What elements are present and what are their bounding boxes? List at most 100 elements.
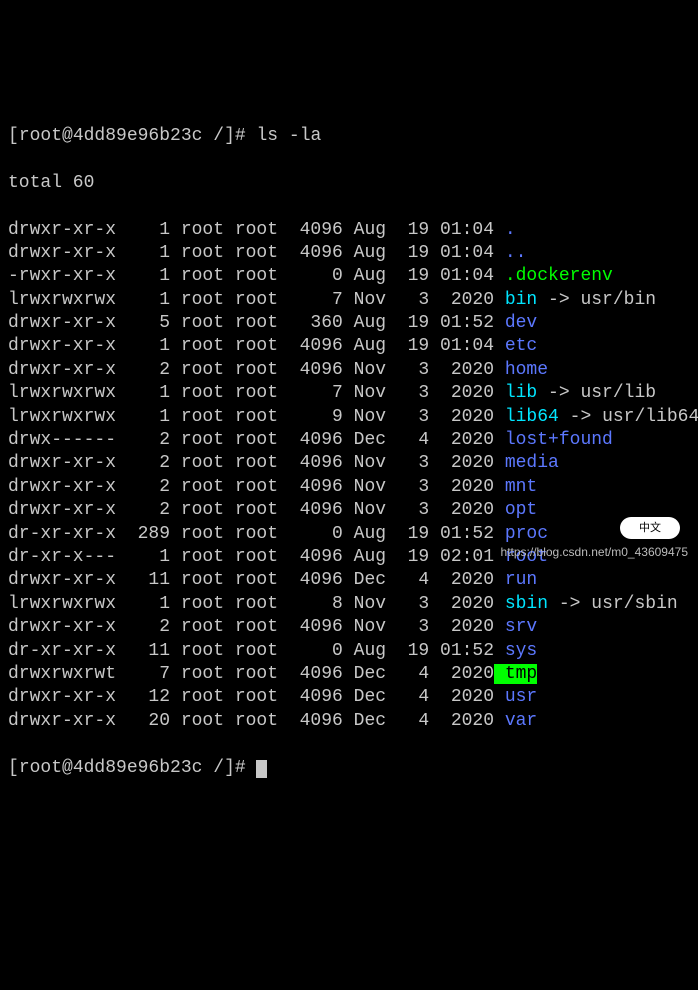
- group: root: [235, 593, 289, 616]
- owner: root: [181, 616, 235, 639]
- time: 2020: [429, 476, 494, 499]
- group: root: [235, 335, 289, 358]
- owner: root: [181, 523, 235, 546]
- perm: drwxr-xr-x: [8, 686, 127, 709]
- links: 2: [127, 499, 170, 522]
- size: 4096: [289, 452, 343, 475]
- file-name: sys: [494, 641, 537, 661]
- file-name: proc: [494, 524, 548, 544]
- prompt-line-2[interactable]: [root@4dd89e96b23c /]#: [8, 757, 690, 780]
- links: 1: [127, 546, 170, 569]
- symlink-target: usr/lib: [580, 383, 656, 403]
- badge-label: 中文: [620, 517, 680, 539]
- owner: root: [181, 686, 235, 709]
- links: 2: [127, 452, 170, 475]
- symlink-arrow-icon: ->: [548, 594, 591, 614]
- time: 01:52: [429, 523, 494, 546]
- links: 2: [127, 476, 170, 499]
- owner: root: [181, 476, 235, 499]
- day: 3: [397, 382, 429, 405]
- group: root: [235, 312, 289, 335]
- file-name: mnt: [494, 477, 537, 497]
- perm: drwx------: [8, 429, 127, 452]
- file-name: .dockerenv: [494, 266, 613, 286]
- owner: root: [181, 640, 235, 663]
- size: 4096: [289, 242, 343, 265]
- list-item: drwxrwxrwt7 rootroot4096 Dec42020tmp: [8, 663, 690, 686]
- links: 1: [127, 289, 170, 312]
- list-item: drwxr-xr-x1 rootroot4096 Aug1901:04.: [8, 219, 690, 242]
- group: root: [235, 452, 289, 475]
- perm: drwxr-xr-x: [8, 616, 127, 639]
- links: 2: [127, 429, 170, 452]
- perm: lrwxrwxrwx: [8, 289, 127, 312]
- links: 2: [127, 359, 170, 382]
- file-name: home: [494, 360, 548, 380]
- file-listing: drwxr-xr-x1 rootroot4096 Aug1901:04.drwx…: [8, 219, 690, 734]
- perm: lrwxrwxrwx: [8, 382, 127, 405]
- month: Dec: [354, 663, 397, 686]
- day: 19: [397, 335, 429, 358]
- time: 01:52: [429, 640, 494, 663]
- perm: lrwxrwxrwx: [8, 406, 127, 429]
- size: 4096: [289, 569, 343, 592]
- day: 4: [397, 429, 429, 452]
- day: 19: [397, 265, 429, 288]
- file-name: etc: [494, 336, 537, 356]
- perm: dr-xr-xr-x: [8, 640, 127, 663]
- month: Aug: [354, 219, 397, 242]
- month: Aug: [354, 335, 397, 358]
- file-name: var: [494, 711, 537, 731]
- file-name: ..: [494, 243, 526, 263]
- month: Aug: [354, 312, 397, 335]
- group: root: [235, 499, 289, 522]
- group: root: [235, 476, 289, 499]
- time: 2020: [429, 382, 494, 405]
- time: 01:04: [429, 265, 494, 288]
- owner: root: [181, 265, 235, 288]
- month: Nov: [354, 289, 397, 312]
- group: root: [235, 523, 289, 546]
- perm: drwxr-xr-x: [8, 359, 127, 382]
- size: 0: [289, 523, 343, 546]
- links: 1: [127, 382, 170, 405]
- size: 4096: [289, 359, 343, 382]
- terminal-output[interactable]: [root@4dd89e96b23c /]# ls -la total 60 d…: [8, 102, 690, 804]
- time: 2020: [429, 429, 494, 452]
- list-item: drwxr-xr-x1 rootroot4096 Aug1901:04etc: [8, 335, 690, 358]
- perm: drwxr-xr-x: [8, 219, 127, 242]
- month: Dec: [354, 569, 397, 592]
- group: root: [235, 219, 289, 242]
- list-item: lrwxrwxrwx1 rootroot9 Nov32020lib64 -> u…: [8, 406, 690, 429]
- time: 2020: [429, 359, 494, 382]
- file-name: sbin: [494, 594, 548, 614]
- links: 11: [127, 569, 170, 592]
- owner: root: [181, 289, 235, 312]
- perm: dr-xr-xr-x: [8, 523, 127, 546]
- month: Aug: [354, 242, 397, 265]
- file-name: lib: [494, 383, 537, 403]
- day: 19: [397, 219, 429, 242]
- size: 0: [289, 265, 343, 288]
- perm: dr-xr-x---: [8, 546, 127, 569]
- owner: root: [181, 335, 235, 358]
- month: Nov: [354, 593, 397, 616]
- file-name: run: [494, 570, 537, 590]
- day: 3: [397, 289, 429, 312]
- list-item: lrwxrwxrwx1 rootroot7 Nov32020bin -> usr…: [8, 289, 690, 312]
- time: 01:04: [429, 219, 494, 242]
- file-name: lost+found: [494, 430, 613, 450]
- list-item: lrwxrwxrwx1 rootroot7 Nov32020lib -> usr…: [8, 382, 690, 405]
- size: 4096: [289, 616, 343, 639]
- symlink-arrow-icon: ->: [537, 383, 580, 403]
- month: Nov: [354, 476, 397, 499]
- month: Nov: [354, 616, 397, 639]
- time: 2020: [429, 452, 494, 475]
- time: 02:01: [429, 546, 494, 569]
- owner: root: [181, 429, 235, 452]
- links: 11: [127, 640, 170, 663]
- owner: root: [181, 546, 235, 569]
- list-item: drwxr-xr-x2 rootroot4096 Nov32020home: [8, 359, 690, 382]
- links: 20: [127, 710, 170, 733]
- time: 01:04: [429, 242, 494, 265]
